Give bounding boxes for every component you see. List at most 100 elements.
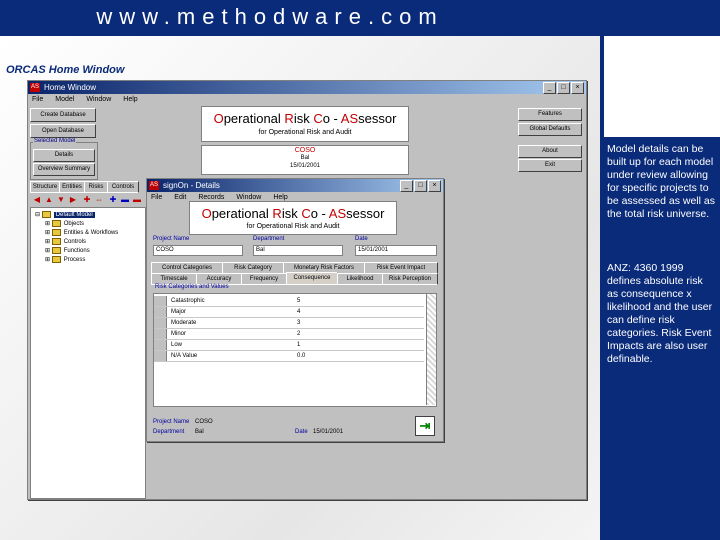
exit-door-icon[interactable]: ⇥ — [415, 416, 435, 436]
logo-subtitle: for Operational Risk and Audit — [258, 129, 352, 136]
row-selector[interactable] — [154, 351, 167, 361]
row-name[interactable]: Major — [168, 307, 291, 317]
toolbar-arrow-right-icon[interactable]: ▶ — [68, 195, 78, 204]
toolbar-delete-icon[interactable]: ▬ — [132, 195, 142, 204]
toolbar-arrow-left-icon[interactable]: ◀ — [32, 195, 42, 204]
tree-expander-icon[interactable]: ⊟ — [35, 212, 40, 218]
row-name[interactable]: N/A Value — [168, 351, 291, 361]
home-window-title: Home Window — [44, 83, 97, 92]
toolbar-move-icon[interactable]: ⇔ — [94, 195, 104, 204]
tab-likelihood[interactable]: Likelihood — [337, 273, 383, 285]
details-window: AS signOn - Details _ □ × File Edit Reco… — [146, 178, 444, 442]
menu-file[interactable]: File — [32, 94, 43, 106]
menu-file[interactable]: File — [151, 192, 162, 204]
department-input[interactable]: Bal — [253, 245, 343, 256]
maximize-icon[interactable]: □ — [557, 82, 570, 94]
row-selector[interactable] — [154, 318, 167, 328]
tree-item-root[interactable]: ⊟ Default Model — [35, 211, 95, 219]
footer-department-label: Department — [153, 429, 185, 435]
details-titlebar[interactable]: AS signOn - Details _ □ × — [147, 179, 443, 192]
row-value[interactable]: 5 — [294, 296, 417, 306]
tab-risks[interactable]: Risks — [84, 181, 108, 193]
row-value[interactable]: 3 — [294, 318, 417, 328]
menu-window[interactable]: Window — [86, 94, 111, 106]
tab-controls[interactable]: Controls — [107, 181, 139, 193]
tree-expander-icon[interactable]: ⊞ — [45, 248, 50, 254]
row-name[interactable]: Minor — [168, 329, 291, 339]
tab-frequency[interactable]: Frequency — [241, 273, 287, 285]
overview-summary-button[interactable]: Overview Summary — [33, 163, 95, 176]
close-icon[interactable]: × — [571, 82, 584, 94]
row-selector[interactable] — [154, 296, 167, 306]
maximize-icon[interactable]: □ — [414, 180, 427, 192]
menu-model[interactable]: Model — [55, 94, 74, 106]
right-bar — [600, 36, 604, 540]
row-value[interactable]: 0.0 — [294, 351, 417, 361]
app-icon: AS — [30, 83, 40, 92]
open-database-button[interactable]: Open Database — [30, 124, 96, 138]
tab-entities[interactable]: Entities — [59, 181, 85, 193]
toolbar-arrow-down-icon[interactable]: ▼ — [56, 195, 66, 204]
project-name-label: Project Name — [153, 236, 190, 242]
date-input[interactable]: 15/01/2001 — [355, 245, 437, 256]
footer-project-value: COSO — [195, 419, 213, 425]
menu-help[interactable]: Help — [123, 94, 137, 106]
home-titlebar[interactable]: AS Home Window _ □ × — [28, 81, 586, 94]
tree-expander-icon[interactable]: ⊞ — [45, 239, 50, 245]
row-value[interactable]: 1 — [294, 340, 417, 350]
tree-item[interactable]: ⊞ Controls — [45, 238, 86, 246]
table-row[interactable]: N/A Value 0.0 — [154, 351, 424, 362]
project-name-input[interactable]: COSO — [153, 245, 243, 256]
folder-icon — [51, 256, 61, 263]
minimize-icon[interactable]: _ — [400, 180, 413, 192]
global-defaults-button[interactable]: Global Defaults — [518, 123, 582, 136]
row-name[interactable]: Moderate — [168, 318, 291, 328]
tab-consequence[interactable]: Consequence — [286, 272, 338, 285]
toolbar-collapse-icon[interactable]: ▬ — [120, 195, 130, 204]
row-name[interactable]: Low — [168, 340, 291, 350]
details-logo: Operational Risk Co - ASsessor for Opera… — [189, 201, 397, 235]
tree-item[interactable]: ⊞ Objects — [45, 220, 84, 228]
toolbar-expand-icon[interactable]: ✚ — [108, 195, 118, 204]
tree-expander-icon[interactable]: ⊞ — [45, 230, 50, 236]
tree-item[interactable]: ⊞ Functions — [45, 247, 90, 255]
footer-date-label: Date — [295, 429, 308, 435]
folder-icon — [51, 229, 61, 236]
row-selector[interactable] — [154, 329, 167, 339]
row-selector[interactable] — [154, 307, 167, 317]
banner: www.methodware.com — [0, 0, 720, 36]
grid-scrollbar[interactable] — [426, 294, 436, 405]
row-name[interactable]: Catastrophic — [168, 296, 291, 306]
exit-button[interactable]: Exit — [518, 159, 582, 172]
tree-expander-icon[interactable]: ⊞ — [45, 221, 50, 227]
details-button[interactable]: Details — [33, 149, 95, 162]
table-row[interactable]: Catastrophic 5 — [154, 296, 424, 307]
folder-icon — [41, 211, 51, 218]
create-database-button[interactable]: Create Database — [30, 108, 96, 122]
row-selector[interactable] — [154, 340, 167, 350]
folder-icon — [51, 238, 61, 245]
footer-date-value: 15/01/2001 — [313, 429, 344, 435]
selected-model-group: Selected Model Details Overview Summary — [30, 138, 98, 180]
tab-risk-perception[interactable]: Risk Perception — [382, 273, 438, 285]
tree-item[interactable]: ⊞ Process — [45, 256, 85, 264]
model-line2: Bal — [300, 155, 310, 161]
tab-structure[interactable]: Structure — [30, 181, 60, 193]
close-icon[interactable]: × — [428, 180, 441, 192]
table-row[interactable]: Minor 2 — [154, 329, 424, 340]
grid-header: Risk Categories and Values — [155, 284, 229, 290]
features-button[interactable]: Features — [518, 108, 582, 121]
toolbar-arrow-up-icon[interactable]: ▲ — [44, 195, 54, 204]
table-row[interactable]: Low 1 — [154, 340, 424, 351]
table-row[interactable]: Major 4 — [154, 307, 424, 318]
tree-expander-icon[interactable]: ⊞ — [45, 257, 50, 263]
about-button[interactable]: About — [518, 145, 582, 158]
footer-department-value: Bal — [195, 429, 204, 435]
menu-edit[interactable]: Edit — [174, 192, 186, 204]
minimize-icon[interactable]: _ — [543, 82, 556, 94]
tree-item[interactable]: ⊞ Entities & Workflows — [45, 229, 118, 237]
toolbar-add-icon[interactable]: ✚ — [82, 195, 92, 204]
row-value[interactable]: 4 — [294, 307, 417, 317]
row-value[interactable]: 2 — [294, 329, 417, 339]
table-row[interactable]: Moderate 3 — [154, 318, 424, 329]
